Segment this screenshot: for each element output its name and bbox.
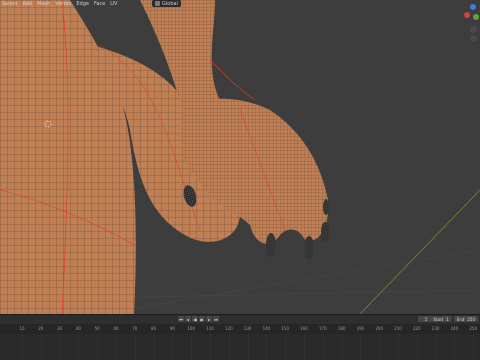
- end-frame-field[interactable]: End 250: [453, 316, 478, 322]
- orientation-label: Global: [162, 0, 178, 7]
- frame-gridline: [398, 334, 399, 360]
- end-label: End: [456, 316, 465, 322]
- frame-gridline: [360, 334, 362, 360]
- menu-uv[interactable]: UV: [110, 0, 117, 8]
- frame-gridline: [191, 334, 193, 360]
- step-forward-icon[interactable]: ▸: [206, 316, 212, 322]
- claw: [323, 199, 329, 215]
- axis-z-icon[interactable]: [470, 4, 476, 10]
- frame-tick-label: 120: [224, 326, 233, 331]
- navigation-gizmo[interactable]: [462, 2, 480, 42]
- frame-tick-label: 60: [113, 326, 119, 331]
- timeline-editor[interactable]: ⏮ ◂ ◀ ▶ ▸ ⏭ 1 Start 1 End 250 10 20 30 40 50…: [0, 314, 480, 360]
- frame-gridline: [153, 334, 155, 360]
- zoom-icon[interactable]: [470, 26, 477, 33]
- frame-gridline: [134, 334, 136, 360]
- frame-tick-label: 100: [187, 326, 196, 331]
- frame-tick-label: 10: [19, 326, 25, 331]
- frame-gridline: [435, 334, 437, 360]
- play-icon[interactable]: ▶: [199, 316, 205, 322]
- frame-tick-label: 110: [206, 326, 214, 331]
- frame-gridline: [40, 334, 42, 360]
- 3d-viewport[interactable]: Select Add Mesh Vertex Edge Face UV Glob…: [0, 0, 480, 314]
- frame-tick-label: 40: [75, 326, 81, 331]
- frame-gridline: [116, 334, 117, 360]
- frame-tick-label: 20: [38, 326, 44, 331]
- menu-face[interactable]: Face: [94, 0, 105, 8]
- frame-tick-label: 70: [132, 326, 138, 331]
- axis-y-icon[interactable]: [473, 14, 479, 20]
- viewport-header-menu: Select Add Mesh Vertex Edge Face UV: [0, 0, 117, 8]
- frame-gridline: [78, 334, 80, 360]
- frame-tick-label: 170: [318, 326, 327, 331]
- jump-end-icon[interactable]: ⏭: [213, 316, 219, 322]
- frame-tick-label: 90: [169, 326, 175, 331]
- frame-range: Start 1 End 250: [430, 316, 478, 322]
- keyframe-area[interactable]: [0, 334, 480, 360]
- menu-add[interactable]: Add: [22, 0, 32, 8]
- thigh-mesh: [0, 0, 136, 314]
- transform-orientation-dropdown[interactable]: Global: [152, 0, 181, 7]
- frame-tick-label: 30: [57, 326, 63, 331]
- frame-tick-label: 210: [394, 326, 402, 331]
- frame-tick-label: 230: [431, 326, 440, 331]
- axis-x-icon[interactable]: [464, 12, 470, 18]
- frame-gridline: [247, 334, 249, 360]
- timeline-header: ⏮ ◂ ◀ ▶ ▸ ⏭ 1 Start 1 End 250: [0, 315, 480, 324]
- frame-gridline: [416, 334, 418, 360]
- pan-icon[interactable]: [470, 35, 477, 42]
- frame-gridline: [22, 334, 23, 360]
- frame-tick-label: 190: [356, 326, 365, 331]
- frame-tick-label: 150: [281, 326, 290, 331]
- frame-gridline: [454, 334, 456, 360]
- frame-gridline: [285, 334, 287, 360]
- step-back-icon[interactable]: ◂: [185, 316, 191, 322]
- frame-tick-label: 220: [412, 326, 421, 331]
- frame-gridline: [97, 334, 99, 360]
- claw: [266, 233, 276, 257]
- frame-gridline: [322, 334, 324, 360]
- frame-tick-label: 240: [450, 326, 459, 331]
- end-value: 250: [467, 316, 475, 322]
- start-value: 1: [446, 316, 449, 322]
- frame-tick-label: 200: [375, 326, 384, 331]
- play-reverse-icon[interactable]: ◀: [192, 316, 198, 322]
- frame-tick-label: 160: [300, 326, 308, 331]
- claw: [304, 236, 314, 260]
- frame-gridline: [473, 334, 475, 360]
- frame-gridline: [59, 334, 61, 360]
- menu-edge[interactable]: Edge: [76, 0, 89, 8]
- frame-gridline: [172, 334, 174, 360]
- frame-tick-label: 50: [94, 326, 100, 331]
- frame-ruler[interactable]: 10 20 30 40 50 60 70 80 90 100 110 120 130 140 150 160 1…: [0, 324, 480, 334]
- frame-tick-label: 130: [243, 326, 252, 331]
- frame-gridline: [266, 334, 268, 360]
- playback-controls: ⏮ ◂ ◀ ▶ ▸ ⏭: [178, 316, 219, 322]
- frame-gridline: [228, 334, 230, 360]
- frame-tick-label: 180: [337, 326, 346, 331]
- orientation-icon: [155, 1, 160, 6]
- menu-vertex[interactable]: Vertex: [55, 0, 71, 8]
- frame-gridline: [210, 334, 211, 360]
- frame-tick-label: 140: [262, 326, 271, 331]
- mesh-scene[interactable]: [0, 0, 480, 314]
- claw: [321, 222, 329, 242]
- menu-select[interactable]: Select: [2, 0, 17, 8]
- start-frame-field[interactable]: Start 1: [430, 316, 452, 322]
- frame-gridline: [379, 334, 381, 360]
- frame-tick-label: 250: [469, 326, 478, 331]
- blender-window: Select Add Mesh Vertex Edge Face UV Glob…: [0, 0, 480, 360]
- start-label: Start: [433, 316, 444, 322]
- jump-start-icon[interactable]: ⏮: [178, 316, 184, 322]
- frame-tick-label: 80: [151, 326, 157, 331]
- menu-mesh[interactable]: Mesh: [37, 0, 50, 8]
- frame-gridline: [341, 334, 343, 360]
- frame-gridline: [304, 334, 305, 360]
